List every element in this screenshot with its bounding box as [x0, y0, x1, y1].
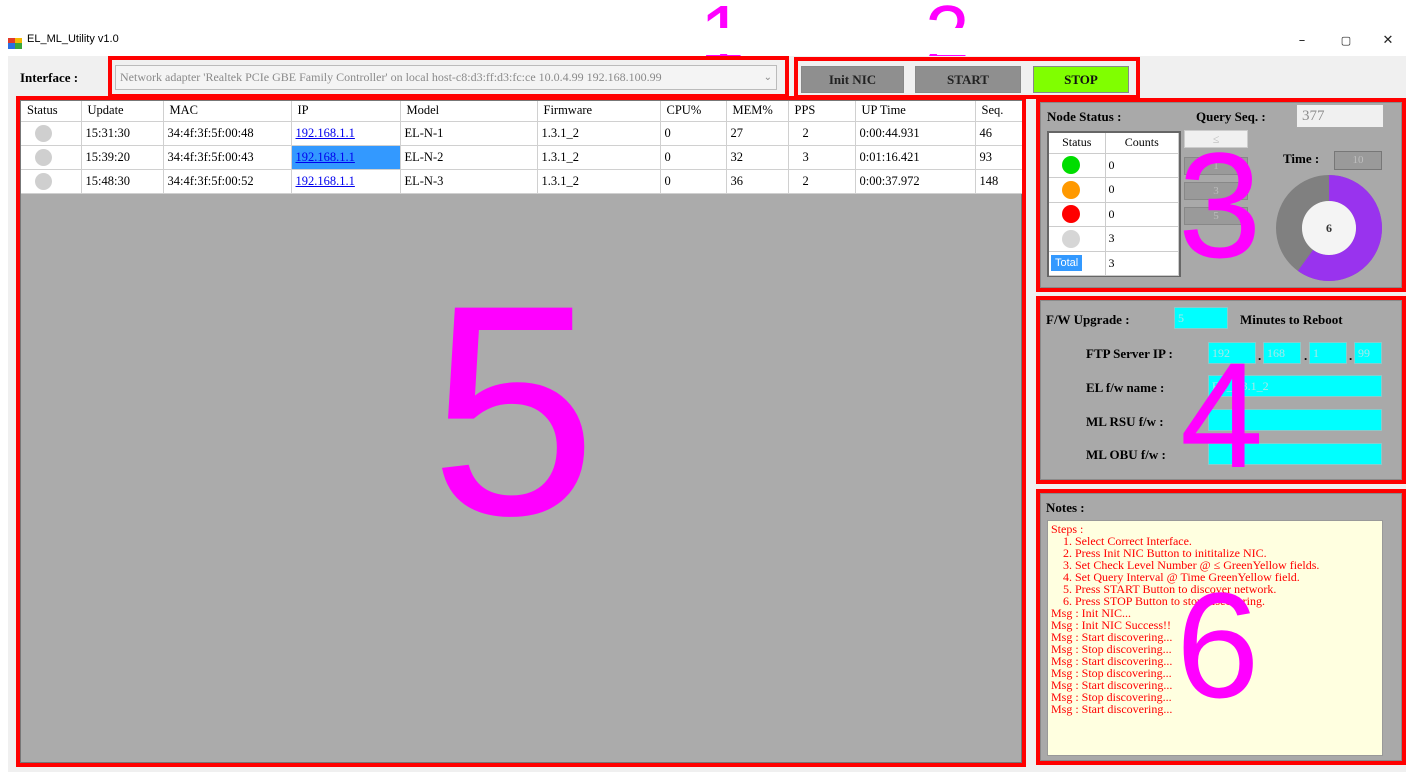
restore-button[interactable]: ▢ — [1324, 30, 1368, 52]
app-icon — [8, 37, 22, 49]
annotation-box-1 — [108, 56, 789, 98]
window-title: EL_ML_Utility v1.0 — [27, 33, 119, 45]
close-button[interactable]: ✕ — [1366, 30, 1410, 52]
annotation-box-2 — [794, 57, 1140, 99]
interface-label: Interface : — [20, 70, 79, 85]
annotation-number-4: 4 — [1180, 331, 1264, 499]
minimize-button[interactable]: – — [1280, 30, 1324, 52]
annotation-number-3: 3 — [1178, 121, 1262, 289]
title-bar — [0, 28, 1414, 54]
annotation-number-6: 6 — [1176, 561, 1260, 729]
annotation-number-5: 5 — [430, 242, 597, 578]
